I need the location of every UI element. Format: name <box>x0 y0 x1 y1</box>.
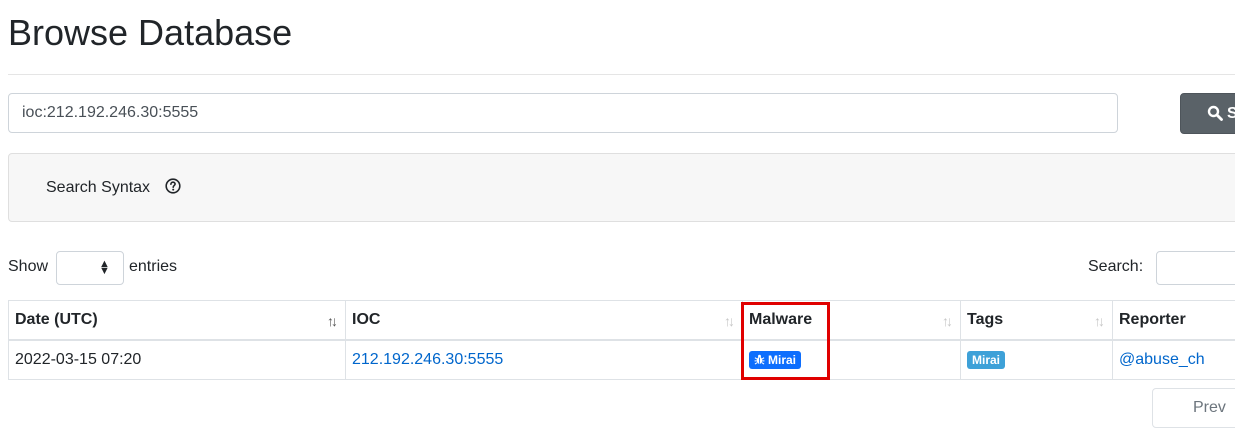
question-circle-icon[interactable] <box>165 178 181 194</box>
ioc-cell: 212.192.246.30:5555 <box>346 340 743 380</box>
select-arrows-icon: ▲▼ <box>99 261 110 275</box>
tag-badge[interactable]: Mirai <box>967 351 1005 369</box>
column-header-reporter[interactable]: Reporter <box>1113 301 1235 341</box>
pagination-prev-button[interactable]: Prev <box>1152 388 1235 428</box>
ioc-link[interactable]: 212.192.246.30:5555 <box>352 351 503 368</box>
table-search-input[interactable] <box>1156 251 1235 285</box>
results-table: Date (UTC)↑↓ IOC↑↓ Malware↑↓ Tags↑↓ Repo… <box>8 300 1235 380</box>
reporter-cell: @abuse_ch <box>1113 340 1235 380</box>
table-search-label: Search: <box>1088 258 1143 276</box>
date-cell: 2022-03-15 07:20 <box>9 340 346 380</box>
search-icon <box>1207 105 1223 121</box>
tags-cell: Mirai <box>961 340 1113 380</box>
table-row: 2022-03-15 07:20 212.192.246.30:5555 Mir… <box>9 340 1235 380</box>
search-button-label: S <box>1227 94 1235 133</box>
sort-icon: ↑↓ <box>1094 313 1102 329</box>
column-header-ioc[interactable]: IOC↑↓ <box>346 301 743 341</box>
highlight-box <box>741 302 830 380</box>
entries-label: entries <box>129 258 177 276</box>
column-header-date[interactable]: Date (UTC)↑↓ <box>9 301 346 341</box>
reporter-link[interactable]: @abuse_ch <box>1119 351 1205 368</box>
search-button[interactable]: S <box>1180 93 1235 134</box>
sort-icon: ↑↓ <box>942 313 950 329</box>
show-label: Show <box>8 258 48 276</box>
search-input[interactable] <box>8 93 1118 133</box>
entries-select[interactable]: ▲▼ <box>56 251 124 285</box>
search-syntax-panel[interactable]: Search Syntax <box>8 153 1235 222</box>
sort-icon: ↑↓ <box>724 313 732 329</box>
table-header-row: Date (UTC)↑↓ IOC↑↓ Malware↑↓ Tags↑↓ Repo… <box>9 301 1235 341</box>
page-title: Browse Database <box>8 12 292 54</box>
sort-desc-icon: ↑↓ <box>327 313 335 329</box>
search-syntax-label[interactable]: Search Syntax <box>46 179 150 197</box>
divider <box>8 74 1235 75</box>
column-header-tags[interactable]: Tags↑↓ <box>961 301 1113 341</box>
